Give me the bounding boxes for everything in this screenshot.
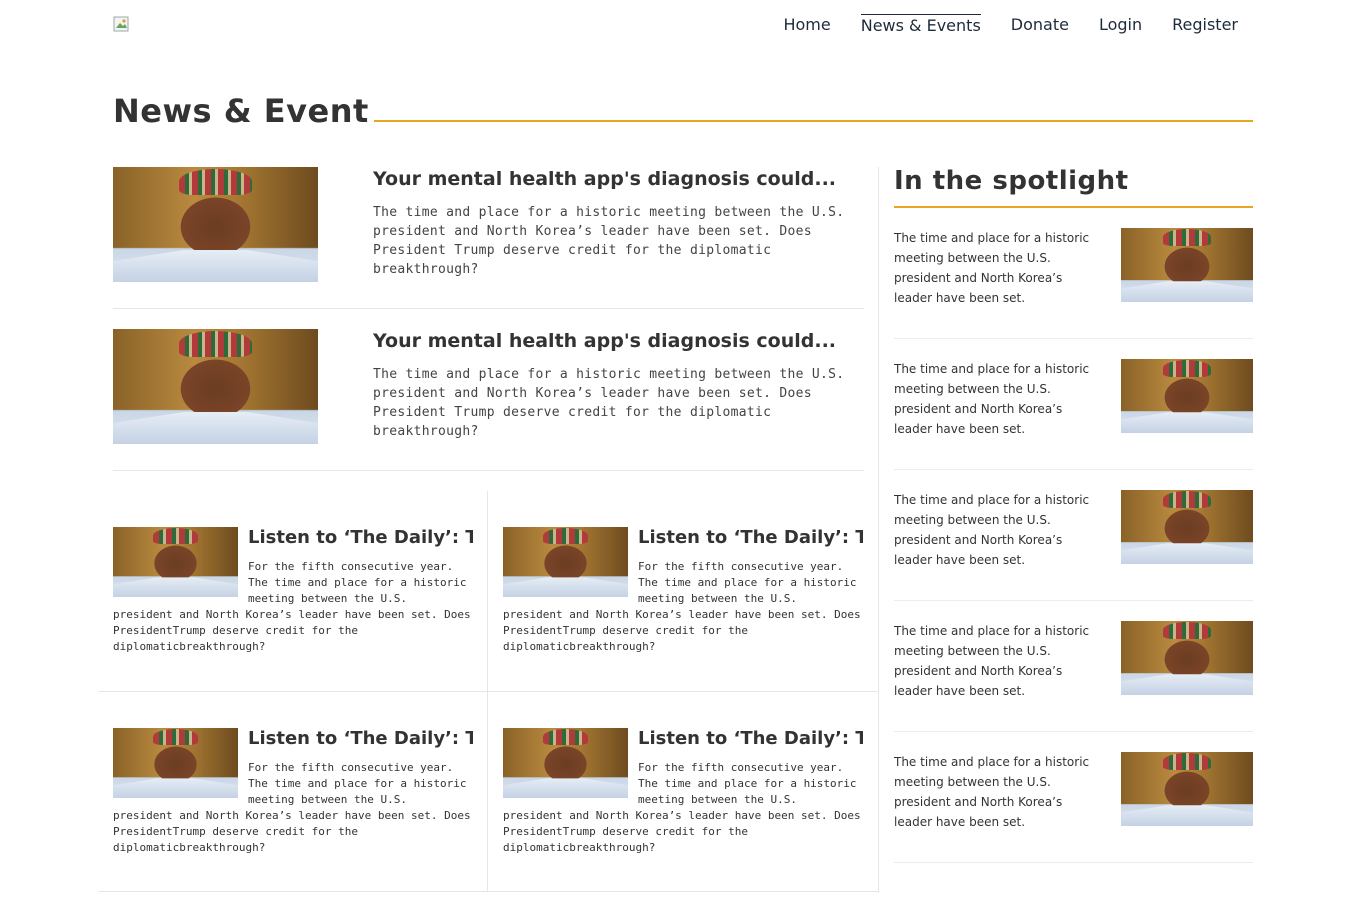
article-title[interactable]: Your mental health app's diagnosis could… bbox=[373, 168, 836, 190]
article-excerpt: The time and place for a historic meetin… bbox=[373, 205, 845, 277]
divider bbox=[894, 338, 1253, 339]
spotlight-thumbnail[interactable] bbox=[1121, 490, 1253, 564]
spotlight-thumbnail[interactable] bbox=[1121, 621, 1253, 695]
spotlight-title: In the spotlight bbox=[894, 166, 1129, 196]
divider bbox=[113, 308, 864, 309]
card-excerpt: For the fifth consecutive year. The time… bbox=[113, 761, 471, 854]
divider bbox=[113, 470, 864, 471]
spotlight-text[interactable]: The time and place for a historic meetin… bbox=[894, 621, 1104, 701]
nav-login[interactable]: Login bbox=[1099, 14, 1142, 37]
divider bbox=[98, 691, 878, 692]
spotlight-divider bbox=[894, 206, 1253, 208]
card-title[interactable]: Listen to ‘The Daily’: The bbox=[638, 728, 863, 749]
page-title: News & Event bbox=[113, 92, 369, 130]
nav-home[interactable]: Home bbox=[783, 14, 830, 37]
nav-donate[interactable]: Donate bbox=[1011, 14, 1069, 37]
card-title[interactable]: Listen to ‘The Daily’: The bbox=[638, 527, 863, 548]
article-title[interactable]: Your mental health app's diagnosis could… bbox=[373, 330, 836, 352]
spotlight-text[interactable]: The time and place for a historic meetin… bbox=[894, 359, 1104, 439]
spotlight-text[interactable]: The time and place for a historic meetin… bbox=[894, 490, 1104, 570]
news-card[interactable]: Listen to ‘The Daily’: The For the fifth… bbox=[503, 527, 863, 707]
spotlight-text[interactable]: The time and place for a historic meetin… bbox=[894, 752, 1104, 832]
nav-register[interactable]: Register bbox=[1172, 14, 1238, 37]
spotlight-thumbnail[interactable] bbox=[1121, 228, 1253, 302]
broken-image-icon bbox=[113, 16, 129, 32]
card-title[interactable]: Listen to ‘The Daily’: The bbox=[248, 527, 473, 548]
card-excerpt: For the fifth consecutive year. The time… bbox=[503, 761, 861, 854]
spotlight-item[interactable]: The time and place for a historic meetin… bbox=[894, 490, 1253, 621]
spotlight-thumbnail[interactable] bbox=[1121, 752, 1253, 826]
main-nav: Home News & Events Donate Login Register bbox=[783, 14, 1238, 37]
spotlight-item[interactable]: The time and place for a historic meetin… bbox=[894, 621, 1253, 752]
article-thumbnail[interactable] bbox=[113, 329, 318, 444]
sidebar-divider bbox=[878, 167, 879, 893]
article-thumbnail[interactable] bbox=[113, 167, 318, 282]
featured-article[interactable]: Your mental health app's diagnosis could… bbox=[113, 167, 864, 282]
card-excerpt: For the fifth consecutive year. The time… bbox=[113, 560, 471, 653]
divider bbox=[894, 731, 1253, 732]
spotlight-item[interactable]: The time and place for a historic meetin… bbox=[894, 752, 1253, 883]
featured-article[interactable]: Your mental health app's diagnosis could… bbox=[113, 329, 864, 444]
news-card[interactable]: Listen to ‘The Daily’: The For the fifth… bbox=[503, 728, 863, 908]
article-excerpt: The time and place for a historic meetin… bbox=[373, 367, 845, 439]
divider bbox=[894, 862, 1253, 863]
card-title[interactable]: Listen to ‘The Daily’: The bbox=[248, 728, 473, 749]
divider bbox=[894, 600, 1253, 601]
divider bbox=[894, 469, 1253, 470]
spotlight-item[interactable]: The time and place for a historic meetin… bbox=[894, 359, 1253, 490]
divider bbox=[98, 891, 878, 892]
spotlight-text[interactable]: The time and place for a historic meetin… bbox=[894, 228, 1104, 308]
site-logo[interactable] bbox=[113, 16, 129, 32]
title-divider bbox=[374, 120, 1253, 122]
news-card[interactable]: Listen to ‘The Daily’: The For the fifth… bbox=[113, 728, 473, 908]
news-card[interactable]: Listen to ‘The Daily’: The For the fifth… bbox=[113, 527, 473, 707]
spotlight-thumbnail[interactable] bbox=[1121, 359, 1253, 433]
spotlight-item[interactable]: The time and place for a historic meetin… bbox=[894, 228, 1253, 359]
card-excerpt: For the fifth consecutive year. The time… bbox=[503, 560, 861, 653]
site-header: Home News & Events Donate Login Register bbox=[0, 0, 1366, 60]
nav-news-events[interactable]: News & Events bbox=[860, 14, 981, 37]
